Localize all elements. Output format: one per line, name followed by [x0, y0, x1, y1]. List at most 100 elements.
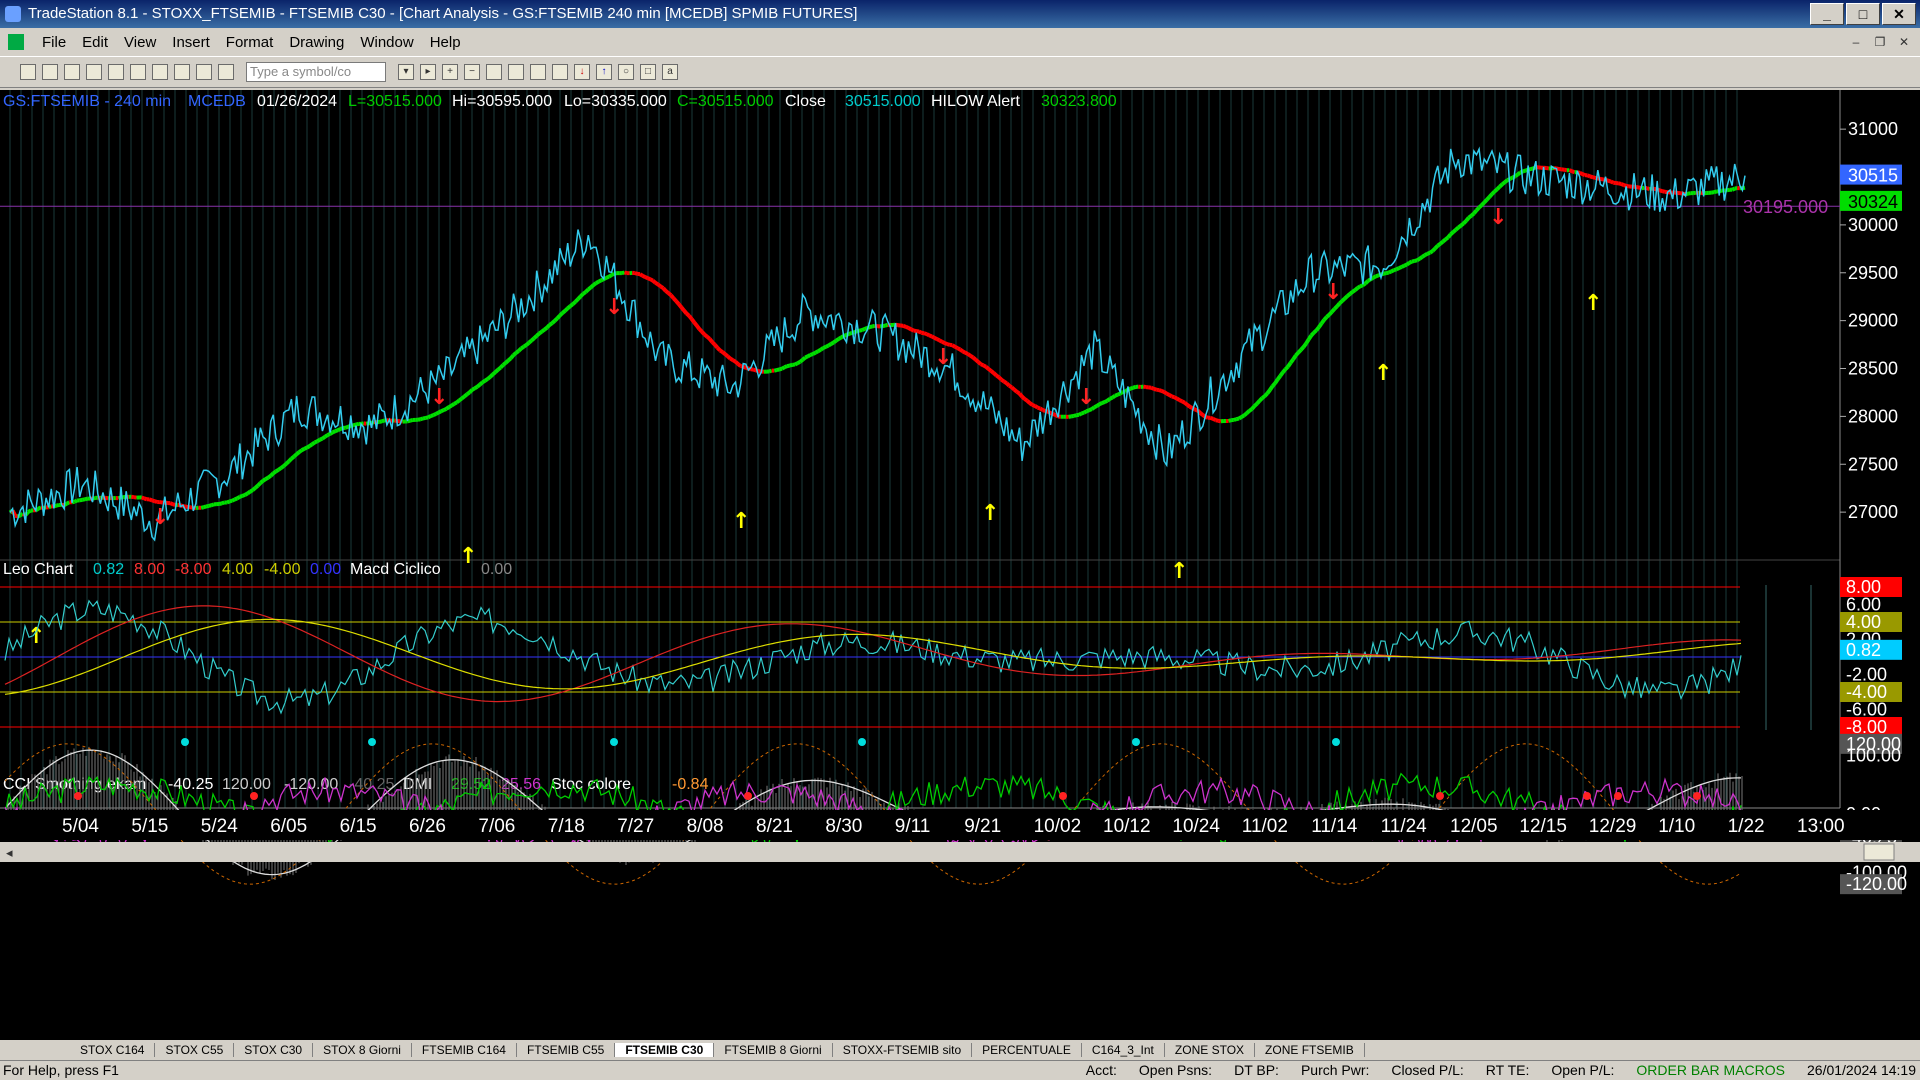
hilow-alert-line	[1514, 172, 1520, 178]
arrow-up-icon[interactable]: ↑	[596, 64, 612, 80]
window-title: TradeStation 8.1 - STOXX_FTSEMIB - FTSEM…	[28, 5, 858, 22]
cci-top-dot	[181, 738, 189, 746]
rectangle-icon[interactable]: □	[640, 64, 656, 80]
ellipse-icon[interactable]: ○	[618, 64, 634, 80]
hilow-alert-line	[504, 359, 510, 365]
cci-bottom-dot	[1583, 792, 1591, 800]
tab-stoxx-ftsemib-sito[interactable]: STOXX-FTSEMIB sito	[833, 1043, 973, 1057]
tab-ftsemib-8-giorni[interactable]: FTSEMIB 8 Giorni	[714, 1043, 833, 1057]
save-icon[interactable]	[64, 64, 80, 80]
new-icon[interactable]	[20, 64, 36, 80]
mdi-restore-icon[interactable]: ❐	[1870, 33, 1890, 51]
hilow-alert-line	[73, 498, 79, 504]
zoom-in-icon[interactable]: +	[442, 64, 458, 80]
hilow-alert-line	[1418, 255, 1424, 261]
hilow-alert-line	[1098, 401, 1104, 407]
menu-drawing[interactable]: Drawing	[281, 34, 352, 51]
hilow-alert-line	[1726, 187, 1730, 193]
print-preview-icon[interactable]	[152, 64, 168, 80]
hilow-alert-line	[953, 345, 959, 350]
hilow-alert-line	[210, 502, 215, 508]
menu-insert[interactable]: Insert	[164, 34, 218, 51]
hilow-alert-line	[992, 371, 998, 377]
hilow-alert-line	[605, 274, 610, 280]
mdi-close-icon[interactable]: ✕	[1894, 33, 1914, 51]
tab-stox-c55[interactable]: STOX C55	[155, 1043, 235, 1057]
print-icon[interactable]	[130, 64, 146, 80]
cci-top-dot	[610, 738, 618, 746]
tab-ftsemib-c164[interactable]: FTSEMIB C164	[412, 1043, 517, 1057]
open-icon[interactable]	[42, 64, 58, 80]
hilow-alert-line	[1103, 398, 1109, 404]
horizontal-line-icon[interactable]	[530, 64, 546, 80]
hilow-alert-line	[1263, 392, 1269, 398]
mdi-minimize-icon[interactable]: –	[1846, 33, 1866, 51]
menu-view[interactable]: View	[116, 34, 164, 51]
text-icon[interactable]: a	[662, 64, 678, 80]
symbol-input[interactable]: Type a symbol/co	[246, 62, 386, 82]
chart-analysis[interactable]: GS:FTSEMIB - 240 min MCEDB 01/26/2024 L=305…	[0, 90, 1920, 1040]
menu-file[interactable]: File	[34, 34, 74, 51]
hilow-alert-line	[1400, 263, 1406, 269]
cursor-icon[interactable]	[486, 64, 502, 80]
hilow-alert-line	[1162, 390, 1168, 396]
hilow-alert-line	[1618, 181, 1622, 186]
tab-c164-3-int[interactable]: C164_3_Int	[1082, 1043, 1165, 1057]
hilow-alert-line	[1568, 168, 1573, 174]
zoom-out-icon[interactable]: −	[464, 64, 480, 80]
hilow-alert-line	[65, 500, 71, 506]
dropdown-icon[interactable]: ▾	[398, 64, 414, 80]
globe-icon[interactable]	[218, 64, 234, 80]
tab-stox-8-giorni[interactable]: STOX 8 Giorni	[313, 1043, 412, 1057]
chart-svg[interactable]: GS:FTSEMIB - 240 min MCEDB 01/26/2024 L=305…	[0, 90, 1920, 1040]
hilow-alert-line	[1423, 251, 1429, 257]
tab-zone-ftsemib[interactable]: ZONE FTSEMIB	[1255, 1043, 1365, 1057]
hilow-alert-line	[848, 331, 853, 336]
hilow-alert-line	[1017, 392, 1024, 398]
cci-top-dot	[1132, 738, 1140, 746]
tab-stox-c164[interactable]: STOX C164	[70, 1043, 156, 1057]
hilow-alert-line	[313, 439, 319, 445]
hilow-alert-line	[941, 339, 946, 345]
fibonacci-icon[interactable]	[552, 64, 568, 80]
hilow-alert-line	[1343, 294, 1349, 300]
tab-ftsemib-c55[interactable]: FTSEMIB C55	[517, 1043, 616, 1057]
trendline-icon[interactable]	[508, 64, 524, 80]
tab-stox-c30[interactable]: STOX C30	[234, 1043, 314, 1057]
price-series	[9, 146, 1746, 542]
cci-header-2: 120.00	[222, 776, 271, 793]
go-icon[interactable]: ▸	[420, 64, 436, 80]
lock-icon[interactable]	[196, 64, 212, 80]
menu-window[interactable]: Window	[352, 34, 421, 51]
tab-percentuale[interactable]: PERCENTUALE	[972, 1043, 1082, 1057]
hilow-alert-line	[910, 327, 915, 333]
menu-format[interactable]: Format	[218, 34, 282, 51]
time-axis-label: 11/24	[1381, 816, 1428, 837]
hilow-alert-line	[169, 501, 174, 506]
hilow-alert-line	[1592, 175, 1596, 180]
hilow-alert-line	[742, 364, 747, 370]
hilow-alert-line	[535, 332, 541, 338]
maximize-button[interactable]: □	[1846, 3, 1880, 25]
hilow-alert-line	[473, 385, 479, 390]
menu-edit[interactable]: Edit	[74, 34, 116, 51]
copy-icon[interactable]	[86, 64, 102, 80]
close-button[interactable]: ✕	[1882, 3, 1916, 25]
paste-icon[interactable]	[108, 64, 124, 80]
window-icon[interactable]	[174, 64, 190, 80]
order-bar-macros[interactable]: ORDER BAR MACROS	[1636, 1061, 1785, 1080]
time-axis-label: 12/29	[1589, 816, 1637, 837]
hilow-alert-line	[1327, 310, 1334, 316]
hilow-alert-line	[1039, 406, 1044, 412]
tab-zone-stox[interactable]: ZONE STOX	[1165, 1043, 1256, 1057]
hilow-alert-line	[514, 349, 520, 355]
menu-help[interactable]: Help	[422, 34, 469, 51]
hilow-alert-line	[558, 311, 564, 317]
hilow-alert-line	[1356, 284, 1362, 290]
hilow-alert-line	[140, 495, 145, 501]
price-axis-label: 29500	[1848, 263, 1898, 283]
hilow-alert-line	[56, 502, 60, 508]
minimize-button[interactable]: _	[1810, 3, 1844, 25]
tab-ftsemib-c30[interactable]: FTSEMIB C30	[615, 1043, 715, 1057]
arrow-down-icon[interactable]: ↓	[574, 64, 590, 80]
